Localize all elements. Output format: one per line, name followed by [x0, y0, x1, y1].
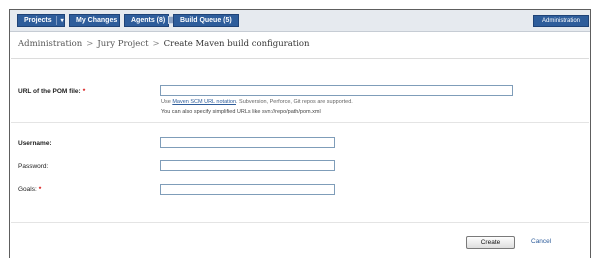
divider — [11, 222, 589, 223]
pom-url-hint-line2: You can also specify simplified URLs lik… — [161, 109, 321, 115]
breadcrumb-current-page: Create Maven build configuration — [163, 39, 310, 49]
tab-projects[interactable]: Projects ▾ — [17, 14, 65, 27]
breadcrumb-administration[interactable]: Administration — [18, 39, 82, 49]
tab-projects-label: Projects — [24, 17, 52, 24]
goals-label: Goals: * — [18, 186, 41, 193]
pom-url-input[interactable] — [160, 85, 513, 96]
tab-my-changes-label: My Changes — [76, 17, 118, 24]
required-marker: * — [38, 186, 42, 193]
goals-label-text: Goals: — [18, 186, 37, 193]
divider — [11, 58, 589, 59]
chevron-down-icon[interactable]: ▾ — [61, 16, 64, 27]
tab-agents[interactable]: Agents (8) — [124, 14, 178, 27]
pom-hint-prefix: Use — [161, 99, 171, 105]
tab-my-changes[interactable]: My Changes — [69, 14, 120, 27]
create-button[interactable]: Create — [466, 236, 515, 249]
tab-agents-label: Agents (8) — [131, 17, 166, 24]
breadcrumb-separator: > — [86, 39, 94, 49]
goals-input[interactable] — [160, 184, 335, 195]
pom-url-hint: Use Maven SCM URL notation. Subversion, … — [161, 99, 353, 105]
main-frame: Projects ▾ My Changes Agents (8) Build Qu… — [9, 9, 591, 258]
password-input[interactable] — [160, 160, 335, 171]
username-label: Username: — [18, 140, 52, 147]
tab-divider — [55, 15, 57, 25]
breadcrumb-separator: > — [152, 39, 160, 49]
divider — [11, 122, 589, 123]
pom-url-label: URL of the POM file: * — [18, 88, 85, 95]
tab-build-queue-label: Build Queue (5) — [180, 17, 232, 24]
tab-build-queue[interactable]: Build Queue (5) — [173, 14, 239, 27]
cancel-link[interactable]: Cancel — [531, 238, 551, 245]
pom-hint-suffix: . Subversion, Perforce, Git repos are su… — [236, 99, 353, 105]
username-input[interactable] — [160, 137, 335, 148]
administration-link[interactable]: Administration — [533, 15, 589, 27]
pom-url-label-text: URL of the POM file: — [18, 88, 81, 95]
breadcrumb: Administration > Jury Project > Create Maven… — [18, 39, 310, 49]
top-navigation-bar: Projects ▾ My Changes Agents (8) Build Qu… — [10, 10, 590, 32]
password-label: Password: — [18, 163, 49, 170]
maven-scm-url-link[interactable]: Maven SCM URL notation — [172, 99, 236, 105]
breadcrumb-project[interactable]: Jury Project — [97, 39, 148, 49]
required-marker: * — [82, 88, 86, 95]
